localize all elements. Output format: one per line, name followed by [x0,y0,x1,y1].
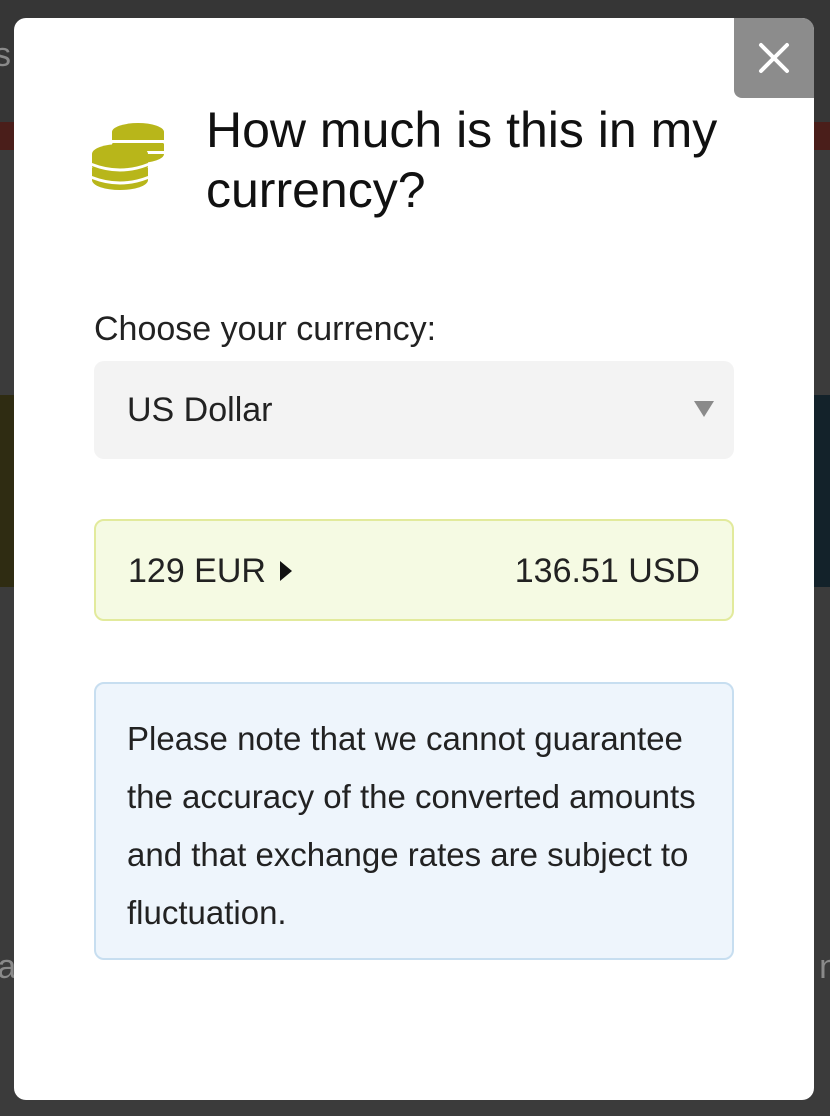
disclaimer-text: Please note that we cannot guarantee the… [127,720,696,931]
close-button[interactable] [734,18,814,98]
close-icon [759,43,789,73]
currency-select-value: US Dollar [127,391,273,429]
currency-converter-modal: How much is this in my currency? Choose … [14,18,814,1100]
currency-label: Choose your currency: [94,310,437,348]
chevron-down-icon [694,401,714,417]
conversion-result: 129 EUR 136.51 USD [94,519,734,621]
source-amount: 129 EUR [128,552,266,590]
modal-title: How much is this in my currency? [206,102,718,218]
converted-amount: 136.51 USD [514,552,700,590]
currency-select[interactable]: US Dollar [94,361,734,459]
background-text-fragment: n [819,948,830,986]
coins-icon [92,122,172,198]
arrow-right-icon [280,561,292,581]
background-text-fragment: s [0,36,11,74]
disclaimer-note: Please note that we cannot guarantee the… [94,682,734,960]
